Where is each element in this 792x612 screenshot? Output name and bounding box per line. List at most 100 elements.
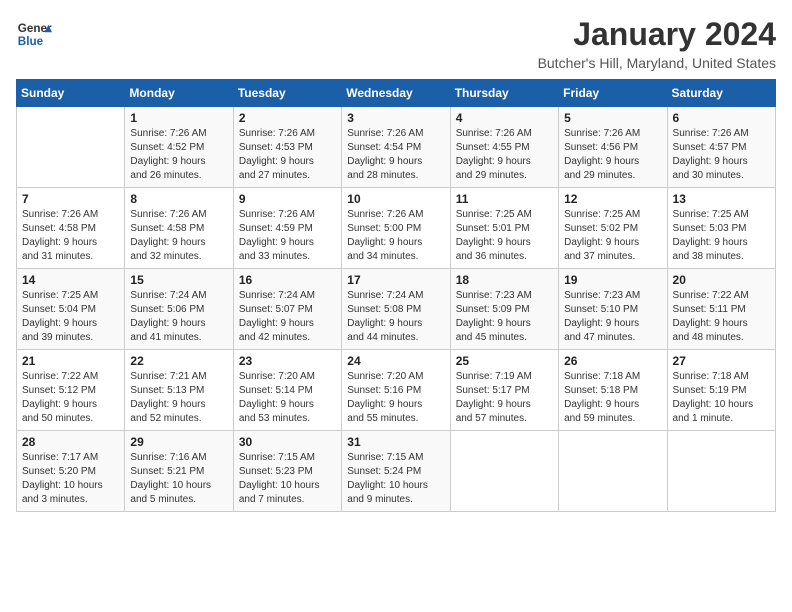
calendar-week-1: 1 Sunrise: 7:26 AM Sunset: 4:52 PM Daylig… bbox=[17, 107, 776, 188]
calendar-cell: 8 Sunrise: 7:26 AM Sunset: 4:58 PM Daylig… bbox=[125, 188, 233, 269]
location: Butcher's Hill, Maryland, United States bbox=[538, 55, 776, 71]
day-info: Sunrise: 7:16 AM Sunset: 5:21 PM Dayligh… bbox=[130, 451, 227, 507]
day-number: 29 bbox=[130, 435, 227, 449]
day-number: 18 bbox=[456, 273, 553, 287]
weekday-header-sunday: Sunday bbox=[17, 80, 125, 107]
day-info: Sunrise: 7:19 AM Sunset: 5:17 PM Dayligh… bbox=[456, 370, 553, 426]
logo: General Blue bbox=[16, 16, 52, 52]
day-number: 17 bbox=[347, 273, 444, 287]
calendar-week-3: 14Sunrise: 7:25 AM Sunset: 5:04 PM Dayli… bbox=[17, 269, 776, 350]
calendar-cell: 24 Sunrise: 7:20 AM Sunset: 5:16 PM Dayli… bbox=[342, 350, 450, 431]
day-number: 2 bbox=[239, 111, 336, 125]
day-number: 3 bbox=[347, 111, 444, 125]
day-number: 8 bbox=[130, 192, 227, 206]
day-info: Sunrise: 7:26 AM Sunset: 4:58 PM Dayligh… bbox=[22, 208, 119, 264]
day-number: 9 bbox=[239, 192, 336, 206]
calendar-cell: 29 Sunrise: 7:16 AM Sunset: 5:21 PM Dayli… bbox=[125, 431, 233, 512]
day-number: 20 bbox=[673, 273, 770, 287]
month-title: January 2024 bbox=[538, 16, 776, 53]
svg-text:Blue: Blue bbox=[18, 35, 44, 48]
day-info: Sunrise: 7:22 AM Sunset: 5:11 PM Dayligh… bbox=[673, 289, 770, 345]
day-info: Sunrise: 7:25 AM Sunset: 5:02 PM Dayligh… bbox=[564, 208, 661, 264]
day-info: Sunrise: 7:23 AM Sunset: 5:10 PM Dayligh… bbox=[564, 289, 661, 345]
day-info: Sunrise: 7:24 AM Sunset: 5:06 PM Dayligh… bbox=[130, 289, 227, 345]
weekday-header-wednesday: Wednesday bbox=[342, 80, 450, 107]
day-number: 31 bbox=[347, 435, 444, 449]
calendar-cell: 1 Sunrise: 7:26 AM Sunset: 4:52 PM Daylig… bbox=[125, 107, 233, 188]
day-info: Sunrise: 7:25 AM Sunset: 5:01 PM Dayligh… bbox=[456, 208, 553, 264]
day-number: 13 bbox=[673, 192, 770, 206]
day-number: 10 bbox=[347, 192, 444, 206]
day-info: Sunrise: 7:21 AM Sunset: 5:13 PM Dayligh… bbox=[130, 370, 227, 426]
day-number: 6 bbox=[673, 111, 770, 125]
weekday-header-saturday: Saturday bbox=[667, 80, 775, 107]
day-info: Sunrise: 7:26 AM Sunset: 4:53 PM Dayligh… bbox=[239, 127, 336, 183]
day-number: 4 bbox=[456, 111, 553, 125]
calendar-week-4: 21Sunrise: 7:22 AM Sunset: 5:12 PM Dayli… bbox=[17, 350, 776, 431]
day-number: 28 bbox=[22, 435, 119, 449]
calendar-cell: 27Sunrise: 7:18 AM Sunset: 5:19 PM Dayli… bbox=[667, 350, 775, 431]
day-info: Sunrise: 7:18 AM Sunset: 5:19 PM Dayligh… bbox=[673, 370, 770, 426]
day-info: Sunrise: 7:26 AM Sunset: 4:54 PM Dayligh… bbox=[347, 127, 444, 183]
calendar-cell: 16 Sunrise: 7:24 AM Sunset: 5:07 PM Dayli… bbox=[233, 269, 341, 350]
weekday-header-row: SundayMondayTuesdayWednesdayThursdayFrid… bbox=[17, 80, 776, 107]
calendar-cell: 6 Sunrise: 7:26 AM Sunset: 4:57 PM Daylig… bbox=[667, 107, 775, 188]
day-number: 26 bbox=[564, 354, 661, 368]
day-info: Sunrise: 7:17 AM Sunset: 5:20 PM Dayligh… bbox=[22, 451, 119, 507]
calendar-cell: 14Sunrise: 7:25 AM Sunset: 5:04 PM Dayli… bbox=[17, 269, 125, 350]
calendar-cell: 28 Sunrise: 7:17 AM Sunset: 5:20 PM Dayli… bbox=[17, 431, 125, 512]
calendar-table: SundayMondayTuesdayWednesdayThursdayFrid… bbox=[16, 79, 776, 512]
calendar-cell: 26 Sunrise: 7:18 AM Sunset: 5:18 PM Dayli… bbox=[559, 350, 667, 431]
day-number: 15 bbox=[130, 273, 227, 287]
day-info: Sunrise: 7:26 AM Sunset: 4:55 PM Dayligh… bbox=[456, 127, 553, 183]
calendar-cell: 21Sunrise: 7:22 AM Sunset: 5:12 PM Dayli… bbox=[17, 350, 125, 431]
calendar-cell: 18 Sunrise: 7:23 AM Sunset: 5:09 PM Dayli… bbox=[450, 269, 558, 350]
day-info: Sunrise: 7:25 AM Sunset: 5:03 PM Dayligh… bbox=[673, 208, 770, 264]
day-number: 24 bbox=[347, 354, 444, 368]
day-info: Sunrise: 7:26 AM Sunset: 4:57 PM Dayligh… bbox=[673, 127, 770, 183]
calendar-cell: 20 Sunrise: 7:22 AM Sunset: 5:11 PM Dayli… bbox=[667, 269, 775, 350]
day-number: 1 bbox=[130, 111, 227, 125]
calendar-week-2: 7 Sunrise: 7:26 AM Sunset: 4:58 PM Daylig… bbox=[17, 188, 776, 269]
day-number: 30 bbox=[239, 435, 336, 449]
calendar-body: 1 Sunrise: 7:26 AM Sunset: 4:52 PM Daylig… bbox=[17, 107, 776, 512]
calendar-cell: 23Sunrise: 7:20 AM Sunset: 5:14 PM Dayli… bbox=[233, 350, 341, 431]
calendar-cell: 31 Sunrise: 7:15 AM Sunset: 5:24 PM Dayli… bbox=[342, 431, 450, 512]
weekday-header-friday: Friday bbox=[559, 80, 667, 107]
calendar-cell: 12Sunrise: 7:25 AM Sunset: 5:02 PM Dayli… bbox=[559, 188, 667, 269]
calendar-week-5: 28 Sunrise: 7:17 AM Sunset: 5:20 PM Dayli… bbox=[17, 431, 776, 512]
logo-icon: General Blue bbox=[16, 16, 52, 52]
day-info: Sunrise: 7:15 AM Sunset: 5:24 PM Dayligh… bbox=[347, 451, 444, 507]
calendar-cell: 10 Sunrise: 7:26 AM Sunset: 5:00 PM Dayli… bbox=[342, 188, 450, 269]
day-number: 16 bbox=[239, 273, 336, 287]
calendar-cell: 5 Sunrise: 7:26 AM Sunset: 4:56 PM Daylig… bbox=[559, 107, 667, 188]
title-block: January 2024 Butcher's Hill, Maryland, U… bbox=[538, 16, 776, 71]
calendar-cell: 22Sunrise: 7:21 AM Sunset: 5:13 PM Dayli… bbox=[125, 350, 233, 431]
day-number: 21 bbox=[22, 354, 119, 368]
day-info: Sunrise: 7:20 AM Sunset: 5:14 PM Dayligh… bbox=[239, 370, 336, 426]
day-info: Sunrise: 7:26 AM Sunset: 4:59 PM Dayligh… bbox=[239, 208, 336, 264]
day-number: 19 bbox=[564, 273, 661, 287]
weekday-header-thursday: Thursday bbox=[450, 80, 558, 107]
calendar-cell: 2 Sunrise: 7:26 AM Sunset: 4:53 PM Daylig… bbox=[233, 107, 341, 188]
day-info: Sunrise: 7:26 AM Sunset: 4:56 PM Dayligh… bbox=[564, 127, 661, 183]
calendar-cell: 15 Sunrise: 7:24 AM Sunset: 5:06 PM Dayli… bbox=[125, 269, 233, 350]
calendar-cell: 25Sunrise: 7:19 AM Sunset: 5:17 PM Dayli… bbox=[450, 350, 558, 431]
calendar-cell bbox=[17, 107, 125, 188]
weekday-header-tuesday: Tuesday bbox=[233, 80, 341, 107]
day-info: Sunrise: 7:26 AM Sunset: 4:52 PM Dayligh… bbox=[130, 127, 227, 183]
day-number: 7 bbox=[22, 192, 119, 206]
calendar-cell bbox=[559, 431, 667, 512]
day-number: 5 bbox=[564, 111, 661, 125]
day-info: Sunrise: 7:26 AM Sunset: 4:58 PM Dayligh… bbox=[130, 208, 227, 264]
day-info: Sunrise: 7:20 AM Sunset: 5:16 PM Dayligh… bbox=[347, 370, 444, 426]
weekday-header-monday: Monday bbox=[125, 80, 233, 107]
day-info: Sunrise: 7:23 AM Sunset: 5:09 PM Dayligh… bbox=[456, 289, 553, 345]
calendar-cell: 11Sunrise: 7:25 AM Sunset: 5:01 PM Dayli… bbox=[450, 188, 558, 269]
calendar-cell: 7 Sunrise: 7:26 AM Sunset: 4:58 PM Daylig… bbox=[17, 188, 125, 269]
day-info: Sunrise: 7:24 AM Sunset: 5:07 PM Dayligh… bbox=[239, 289, 336, 345]
day-info: Sunrise: 7:18 AM Sunset: 5:18 PM Dayligh… bbox=[564, 370, 661, 426]
calendar-cell: 17Sunrise: 7:24 AM Sunset: 5:08 PM Dayli… bbox=[342, 269, 450, 350]
day-info: Sunrise: 7:26 AM Sunset: 5:00 PM Dayligh… bbox=[347, 208, 444, 264]
calendar-cell bbox=[450, 431, 558, 512]
